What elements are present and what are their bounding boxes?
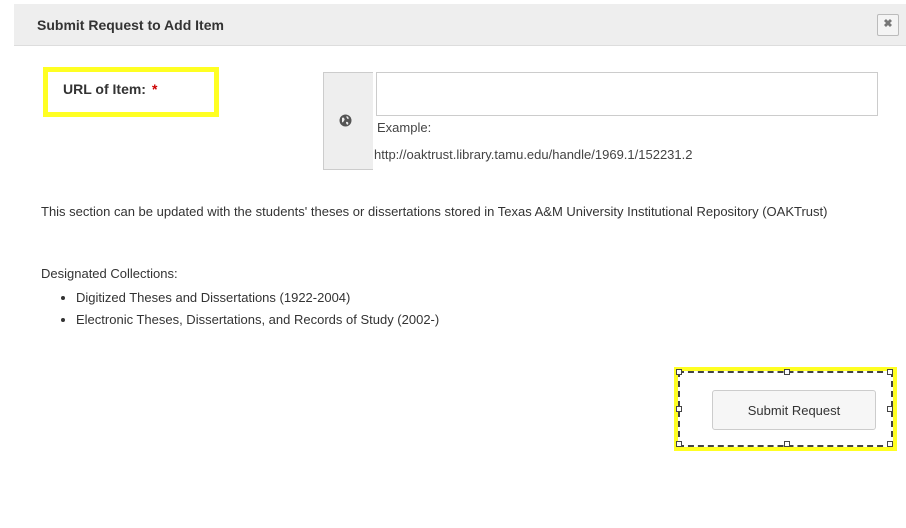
resize-handle[interactable] <box>887 441 893 447</box>
resize-handle[interactable] <box>784 369 790 375</box>
url-label: URL of Item: * <box>63 81 157 97</box>
resize-handle[interactable] <box>676 369 682 375</box>
url-input[interactable] <box>376 72 878 116</box>
required-marker: * <box>151 81 158 97</box>
submit-request-button[interactable]: Submit Request <box>712 390 876 430</box>
close-icon[interactable]: ✖ <box>877 14 899 36</box>
resize-handle[interactable] <box>887 369 893 375</box>
section-description: This section can be updated with the stu… <box>41 204 828 219</box>
example-label: Example: <box>377 120 432 135</box>
dialog-title: Submit Request to Add Item <box>37 17 224 33</box>
resize-handle[interactable] <box>887 406 893 412</box>
example-url: http://oaktrust.library.tamu.edu/handle/… <box>374 147 693 162</box>
resize-handle[interactable] <box>676 406 682 412</box>
list-item: Digitized Theses and Dissertations (1922… <box>76 287 439 309</box>
collections-heading: Designated Collections: <box>41 266 178 281</box>
list-item: Electronic Theses, Dissertations, and Re… <box>76 309 439 331</box>
collections-list: Digitized Theses and Dissertations (1922… <box>41 287 439 331</box>
resize-handle[interactable] <box>784 441 790 447</box>
dialog-titlebar: Submit Request to Add Item ✖ <box>14 4 906 46</box>
globe-icon <box>339 114 352 127</box>
url-label-text: URL of Item: <box>63 81 146 97</box>
resize-handle[interactable] <box>676 441 682 447</box>
url-label-highlight: URL of Item: * <box>43 67 219 117</box>
url-input-addon <box>323 72 373 170</box>
